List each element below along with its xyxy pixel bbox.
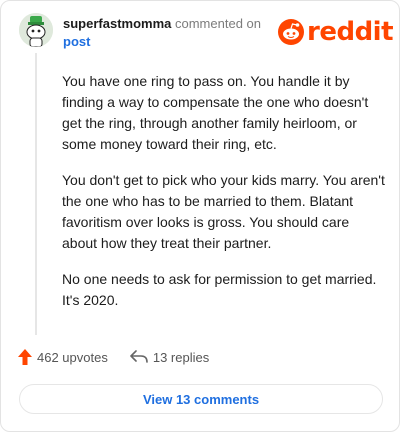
reddit-wordmark: reddit: [307, 17, 394, 47]
snoo-avatar-icon: [19, 13, 53, 47]
avatar[interactable]: [19, 13, 53, 47]
comment-paragraph: You don't get to pick who your kids marr…: [62, 172, 385, 251]
thread-line[interactable]: [35, 53, 37, 335]
reply-arrow-icon: [130, 350, 148, 363]
reply-button[interactable]: 13 replies: [130, 350, 209, 365]
reply-count: 13 replies: [152, 349, 210, 365]
reddit-logo[interactable]: reddit: [278, 17, 394, 47]
comment-paragraph: You have one ring to pass on. You handle…: [62, 73, 369, 152]
commented-on-text: commented on: [175, 16, 261, 31]
comment-card: superfastmomma commented on post reddit …: [0, 0, 400, 432]
username[interactable]: superfastmomma: [63, 16, 171, 31]
reddit-snoo-icon: [278, 19, 304, 45]
upvote-count: 462 upvotes: [37, 349, 108, 365]
view-comments-button[interactable]: View 13 comments: [19, 384, 383, 414]
upvote-button[interactable]: 462 upvotes: [18, 349, 108, 365]
comment-actions: 462 upvotes 13 replies: [18, 349, 231, 365]
comment-body: You have one ring to pass on. You handle…: [62, 71, 387, 326]
upvote-arrow-icon: [18, 349, 32, 365]
comment-paragraph: No one needs to ask for permission to ge…: [62, 271, 377, 308]
comment-header: superfastmomma commented on post: [63, 15, 261, 51]
post-link[interactable]: post: [63, 33, 261, 51]
